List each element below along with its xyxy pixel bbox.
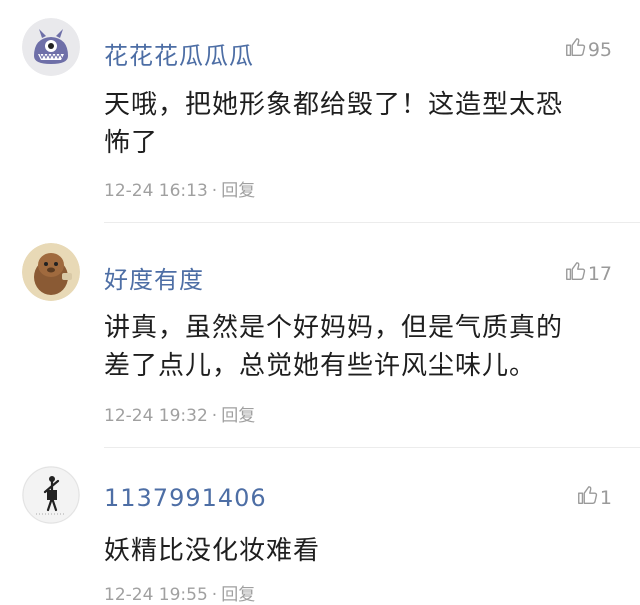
comment-meta: 12-24 16:13 · 回复 [104,176,255,201]
separator-dot: · [211,181,218,201]
comment-meta: 12-24 19:32 · 回复 [104,401,255,426]
like-count: 95 [587,38,612,61]
comment-text-line: 天哦，把她形象都给毁了！这造型太恐 [104,90,564,120]
divider [104,447,640,448]
timestamp: 12-24 16:13 [104,181,208,201]
cartoon-avatar-icon [22,243,80,301]
thumbs-up-icon [564,36,588,63]
monster-avatar-icon [22,18,80,76]
separator-dot: · [211,406,218,426]
user-avatar[interactable] [22,466,80,524]
username[interactable]: 好度有度 [104,260,204,295]
comment-text-line: 差了点儿，总觉她有些许风尘味儿。 [104,351,537,381]
divider [104,222,640,223]
reply-button[interactable]: 回复 [221,406,255,426]
timestamp: 12-24 19:55 [104,585,208,605]
like-count: 17 [587,262,612,285]
comment-meta: 12-24 19:55 · 回复 [104,580,255,605]
reply-button[interactable]: 回复 [221,585,255,605]
comment-text: 天哦，把她形象都给毁了！这造型太恐 怖了 [104,86,614,162]
like-button[interactable]: 17 [564,260,612,287]
username[interactable]: 1137991406 [104,484,267,512]
reply-button[interactable]: 回复 [221,181,255,201]
figure-avatar-icon [22,466,80,524]
user-avatar[interactable] [22,18,80,76]
like-button[interactable]: 1 [576,484,612,511]
comment-text-line: 讲真，虽然是个好妈妈，但是气质真的 [104,313,564,343]
thumbs-up-icon [576,484,600,511]
comment-text-line: 妖精比没化妆难看 [104,536,321,566]
user-avatar[interactable] [22,243,80,301]
comment-text-line: 怖了 [104,128,159,158]
like-button[interactable]: 95 [564,36,612,63]
like-count: 1 [599,486,612,509]
username[interactable]: 花花花瓜瓜瓜 [104,36,254,71]
thumbs-up-icon [564,260,588,287]
comment-text: 讲真，虽然是个好妈妈，但是气质真的 差了点儿，总觉她有些许风尘味儿。 [104,309,614,385]
timestamp: 12-24 19:32 [104,406,208,426]
separator-dot: · [211,585,218,605]
comment-text: 妖精比没化妆难看 [104,532,614,570]
